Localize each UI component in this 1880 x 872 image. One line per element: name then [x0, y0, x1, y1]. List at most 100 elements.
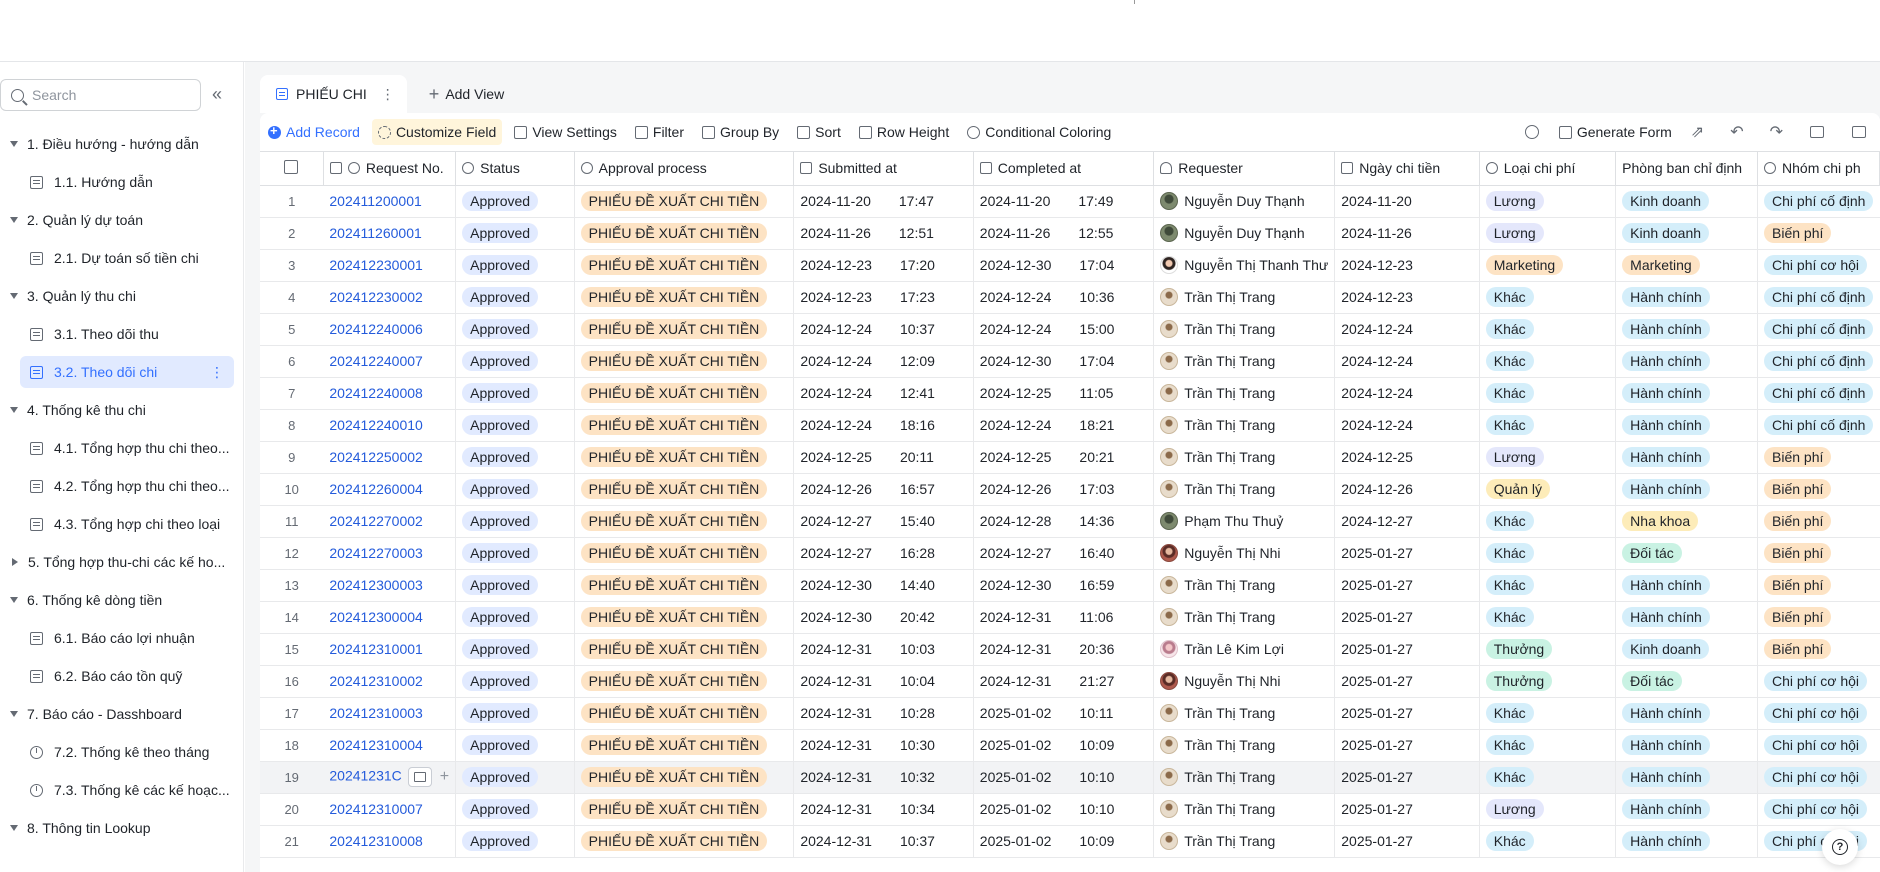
- submitted-at-cell[interactable]: 2024-12-30 20:42: [793, 601, 974, 634]
- share-icon[interactable]: ⇗: [1691, 122, 1704, 142]
- request-no-link[interactable]: 202412300003: [329, 577, 422, 593]
- status-cell[interactable]: Approved: [455, 473, 575, 506]
- requester-cell[interactable]: Trần Thị Trang: [1153, 825, 1336, 858]
- submitted-at-cell[interactable]: 2024-12-31 10:37: [793, 825, 974, 858]
- column-header[interactable]: Requester: [1153, 152, 1336, 186]
- table-row[interactable]: 15 202412310001 Approved PHIẾU ĐỀ XUẤT CHI …: [260, 633, 1880, 666]
- status-cell[interactable]: Approved: [455, 793, 575, 826]
- request-no-link[interactable]: 20241231C: [329, 768, 401, 784]
- column-header[interactable]: Status: [455, 152, 575, 186]
- column-header[interactable]: Phòng ban chỉ định: [1615, 152, 1759, 186]
- completed-at-cell[interactable]: 2025-01-02 10:10: [973, 761, 1155, 794]
- approval-process-cell[interactable]: PHIẾU ĐỀ XUẤT CHI TIỀN: [574, 281, 795, 314]
- status-cell[interactable]: Approved: [455, 633, 575, 666]
- expense-type-cell[interactable]: Khác: [1479, 761, 1617, 794]
- approval-process-cell[interactable]: PHIẾU ĐỀ XUẤT CHI TIỀN: [574, 377, 795, 410]
- payment-date-cell[interactable]: 2024-12-23: [1334, 249, 1480, 282]
- expense-group-cell[interactable]: Chi phí cố định: [1757, 313, 1880, 346]
- sidebar-group[interactable]: 3. Quản lý thu chi: [0, 280, 243, 312]
- request-no-cell[interactable]: 202412230002: [323, 281, 457, 314]
- sidebar-group[interactable]: 6. Thống kê dòng tiền: [0, 584, 243, 616]
- request-no-cell[interactable]: 202412310003: [323, 697, 457, 730]
- submitted-at-cell[interactable]: 2024-12-25 20:11: [793, 441, 974, 474]
- expense-type-cell[interactable]: Khác: [1479, 409, 1617, 442]
- approval-process-cell[interactable]: PHIẾU ĐỀ XUẤT CHI TIỀN: [574, 185, 795, 218]
- request-no-cell[interactable]: 202412270003: [323, 537, 457, 570]
- comment-icon[interactable]: [1852, 126, 1866, 138]
- requester-cell[interactable]: Trần Thị Trang: [1153, 793, 1336, 826]
- request-no-cell[interactable]: 202412300003: [323, 569, 457, 602]
- sidebar-group[interactable]: 4. Thống kê thu chi: [0, 394, 243, 426]
- submitted-at-cell[interactable]: 2024-12-27 15:40: [793, 505, 974, 538]
- submitted-at-cell[interactable]: 2024-12-24 10:37: [793, 313, 974, 346]
- submitted-at-cell[interactable]: 2024-12-31 10:34: [793, 793, 974, 826]
- automation-icon[interactable]: [1524, 125, 1539, 139]
- request-no-link[interactable]: 202412230002: [329, 289, 422, 305]
- submitted-at-cell[interactable]: 2024-12-31 10:30: [793, 729, 974, 762]
- help-button[interactable]: ?: [1822, 829, 1858, 865]
- search-records-icon[interactable]: [1810, 126, 1824, 138]
- approval-process-cell[interactable]: PHIẾU ĐỀ XUẤT CHI TIỀN: [574, 601, 795, 634]
- table-row[interactable]: 4 202412230002 Approved PHIẾU ĐỀ XUẤT CHI T…: [260, 281, 1880, 314]
- request-no-link[interactable]: 202411260001: [329, 225, 421, 241]
- completed-at-cell[interactable]: 2025-01-02 10:11: [973, 697, 1155, 730]
- submitted-at-cell[interactable]: 2024-12-23 17:23: [793, 281, 974, 314]
- requester-cell[interactable]: Trần Thị Trang: [1153, 761, 1336, 794]
- approval-process-cell[interactable]: PHIẾU ĐỀ XUẤT CHI TIỀN: [574, 793, 795, 826]
- more-icon[interactable]: ⋮: [210, 364, 224, 381]
- request-no-cell[interactable]: 202412310001: [323, 633, 457, 666]
- payment-date-cell[interactable]: 2025-01-27: [1334, 537, 1480, 570]
- add-row-icon[interactable]: +: [440, 768, 449, 786]
- sidebar-group[interactable]: 8. Thông tin Lookup: [0, 812, 243, 844]
- department-cell[interactable]: Hành chính: [1615, 345, 1759, 378]
- requester-cell[interactable]: Phạm Thu Thuỷ: [1153, 505, 1336, 538]
- completed-at-cell[interactable]: 2024-12-31 21:27: [973, 665, 1155, 698]
- request-no-cell[interactable]: 202412260004: [323, 473, 457, 506]
- completed-at-cell[interactable]: 2025-01-02 10:10: [973, 793, 1155, 826]
- expense-type-cell[interactable]: Khác: [1479, 601, 1617, 634]
- completed-at-cell[interactable]: 2024-12-31 11:06: [973, 601, 1155, 634]
- request-no-cell[interactable]: 202412310007: [323, 793, 457, 826]
- expand-record-icon[interactable]: [407, 767, 432, 787]
- column-header[interactable]: Nhóm chi ph: [1757, 152, 1880, 186]
- expense-type-cell[interactable]: Lương: [1479, 185, 1617, 218]
- expense-type-cell[interactable]: Lương: [1479, 217, 1617, 250]
- completed-at-cell[interactable]: 2024-12-30 16:59: [973, 569, 1155, 602]
- approval-process-cell[interactable]: PHIẾU ĐỀ XUẤT CHI TIỀN: [574, 249, 795, 282]
- sidebar-item[interactable]: 7.3. Thống kê các kế hoạc...: [0, 774, 243, 806]
- status-cell[interactable]: Approved: [455, 249, 575, 282]
- approval-process-cell[interactable]: PHIẾU ĐỀ XUẤT CHI TIỀN: [574, 473, 795, 506]
- payment-date-cell[interactable]: 2024-12-27: [1334, 505, 1480, 538]
- table-row[interactable]: 20 202412310007 Approved PHIẾU ĐỀ XUẤT CHI …: [260, 793, 1880, 826]
- requester-cell[interactable]: Trần Thị Trang: [1153, 377, 1336, 410]
- completed-at-cell[interactable]: 2024-12-30 17:04: [973, 249, 1155, 282]
- request-no-cell[interactable]: 202412240008: [323, 377, 457, 410]
- submitted-at-cell[interactable]: 2024-12-24 12:41: [793, 377, 974, 410]
- submitted-at-cell[interactable]: 2024-12-27 16:28: [793, 537, 974, 570]
- requester-cell[interactable]: Nguyễn Thị Nhi: [1153, 665, 1336, 698]
- column-header[interactable]: Completed at: [973, 152, 1155, 186]
- select-all-checkbox[interactable]: [284, 159, 299, 174]
- table-row[interactable]: 2 202411260001 Approved PHIẾU ĐỀ XUẤT CHI T…: [260, 217, 1880, 250]
- completed-at-cell[interactable]: 2024-12-24 18:21: [973, 409, 1155, 442]
- completed-at-cell[interactable]: 2024-12-28 14:36: [973, 505, 1155, 538]
- expense-type-cell[interactable]: Thưởng: [1479, 665, 1617, 698]
- table-row[interactable]: 11 202412270002 Approved PHIẾU ĐỀ XUẤT CHI …: [260, 505, 1880, 538]
- requester-cell[interactable]: Trần Thị Trang: [1153, 345, 1336, 378]
- department-cell[interactable]: Hành chính: [1615, 377, 1759, 410]
- department-cell[interactable]: Hành chính: [1615, 409, 1759, 442]
- expense-type-cell[interactable]: Lương: [1479, 793, 1617, 826]
- payment-date-cell[interactable]: 2025-01-27: [1334, 665, 1480, 698]
- expense-group-cell[interactable]: Biến phí: [1757, 505, 1880, 538]
- table-row[interactable]: 3 202412230001 Approved PHIẾU ĐỀ XUẤT CHI T…: [260, 249, 1880, 282]
- request-no-cell[interactable]: 202411200001: [323, 185, 457, 218]
- sidebar-item[interactable]: 1.1. Hướng dẫn: [0, 166, 243, 198]
- submitted-at-cell[interactable]: 2024-11-20 17:47: [793, 185, 974, 218]
- status-cell[interactable]: Approved: [455, 185, 575, 218]
- expense-group-cell[interactable]: Biến phí: [1757, 601, 1880, 634]
- expense-type-cell[interactable]: Khác: [1479, 281, 1617, 314]
- request-no-link[interactable]: 202412310001: [329, 641, 422, 657]
- expense-group-cell[interactable]: Biến phí: [1757, 633, 1880, 666]
- sort-button[interactable]: Sort: [791, 119, 847, 145]
- requester-cell[interactable]: Nguyễn Duy Thạnh: [1153, 185, 1336, 218]
